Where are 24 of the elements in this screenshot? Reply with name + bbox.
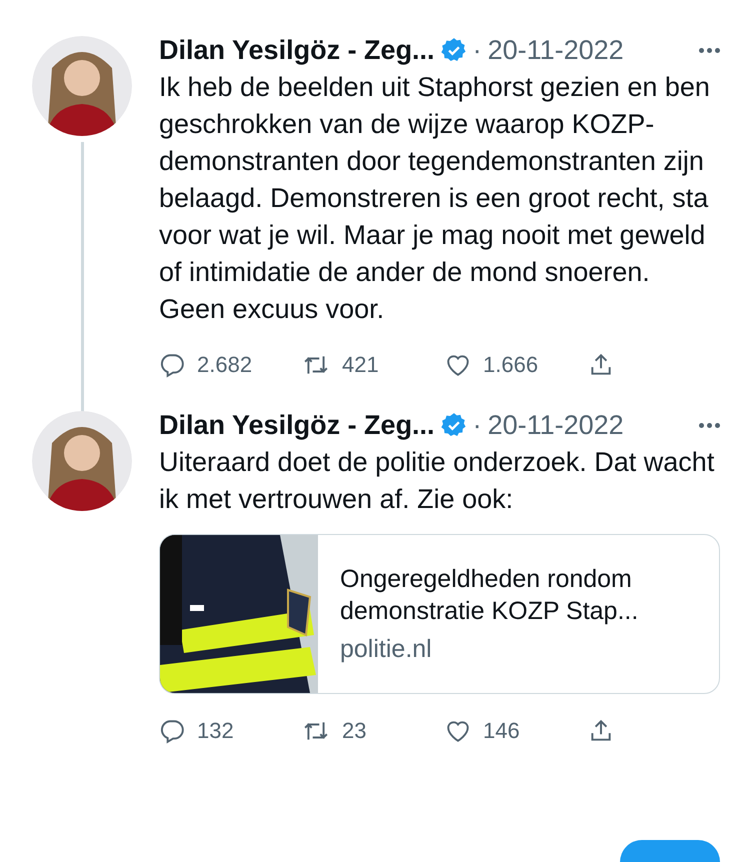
- reply-count: 132: [197, 717, 234, 745]
- more-icon[interactable]: [699, 422, 720, 428]
- like-count: 146: [483, 717, 520, 745]
- like-count: 1.666: [483, 351, 538, 379]
- author-name[interactable]: Dilan Yesilgöz - Zeg...: [159, 409, 435, 441]
- link-card[interactable]: Ongeregeldheden rondom demonstratie KOZP Stap... politie.nl: [159, 534, 720, 694]
- reply-icon[interactable]: [159, 718, 185, 744]
- tweet-date[interactable]: 20-11-2022: [488, 34, 624, 66]
- tweet-date[interactable]: 20-11-2022: [488, 409, 624, 441]
- reply-icon[interactable]: [159, 352, 185, 378]
- reply-count: 2.682: [197, 351, 252, 379]
- retweet-count: 23: [342, 717, 366, 745]
- author-name[interactable]: Dilan Yesilgöz - Zeg...: [159, 34, 435, 66]
- separator-dot: ·: [472, 409, 482, 441]
- more-icon[interactable]: [699, 48, 720, 52]
- tweet-text: Ik heb de beelden uit Staphorst gezien en ben geschrokken van de wijze waarop KOZP-demonstranten door tegendemonstranten zijn belaagd. Demonstreren is een groot recht, sta voor wat je wil. Maar je mag nooit met geweld of intimidatie de ander de mond snoeren. Geen excuus voor.: [159, 71, 711, 326]
- retweet-count: 421: [342, 351, 379, 379]
- card-title: Ongeregeldheden rondom demonstratie KOZP Stap...: [340, 564, 640, 627]
- separator-dot: ·: [472, 34, 482, 66]
- tweet-text: Uiteraard doet de politie onderzoek. Dat wacht ik met vertrouwen af. Zie ook:: [159, 446, 716, 516]
- compose-button[interactable]: [620, 840, 720, 862]
- card-domain: politie.nl: [340, 634, 433, 665]
- avatar[interactable]: [32, 36, 132, 136]
- avatar[interactable]: [32, 411, 132, 511]
